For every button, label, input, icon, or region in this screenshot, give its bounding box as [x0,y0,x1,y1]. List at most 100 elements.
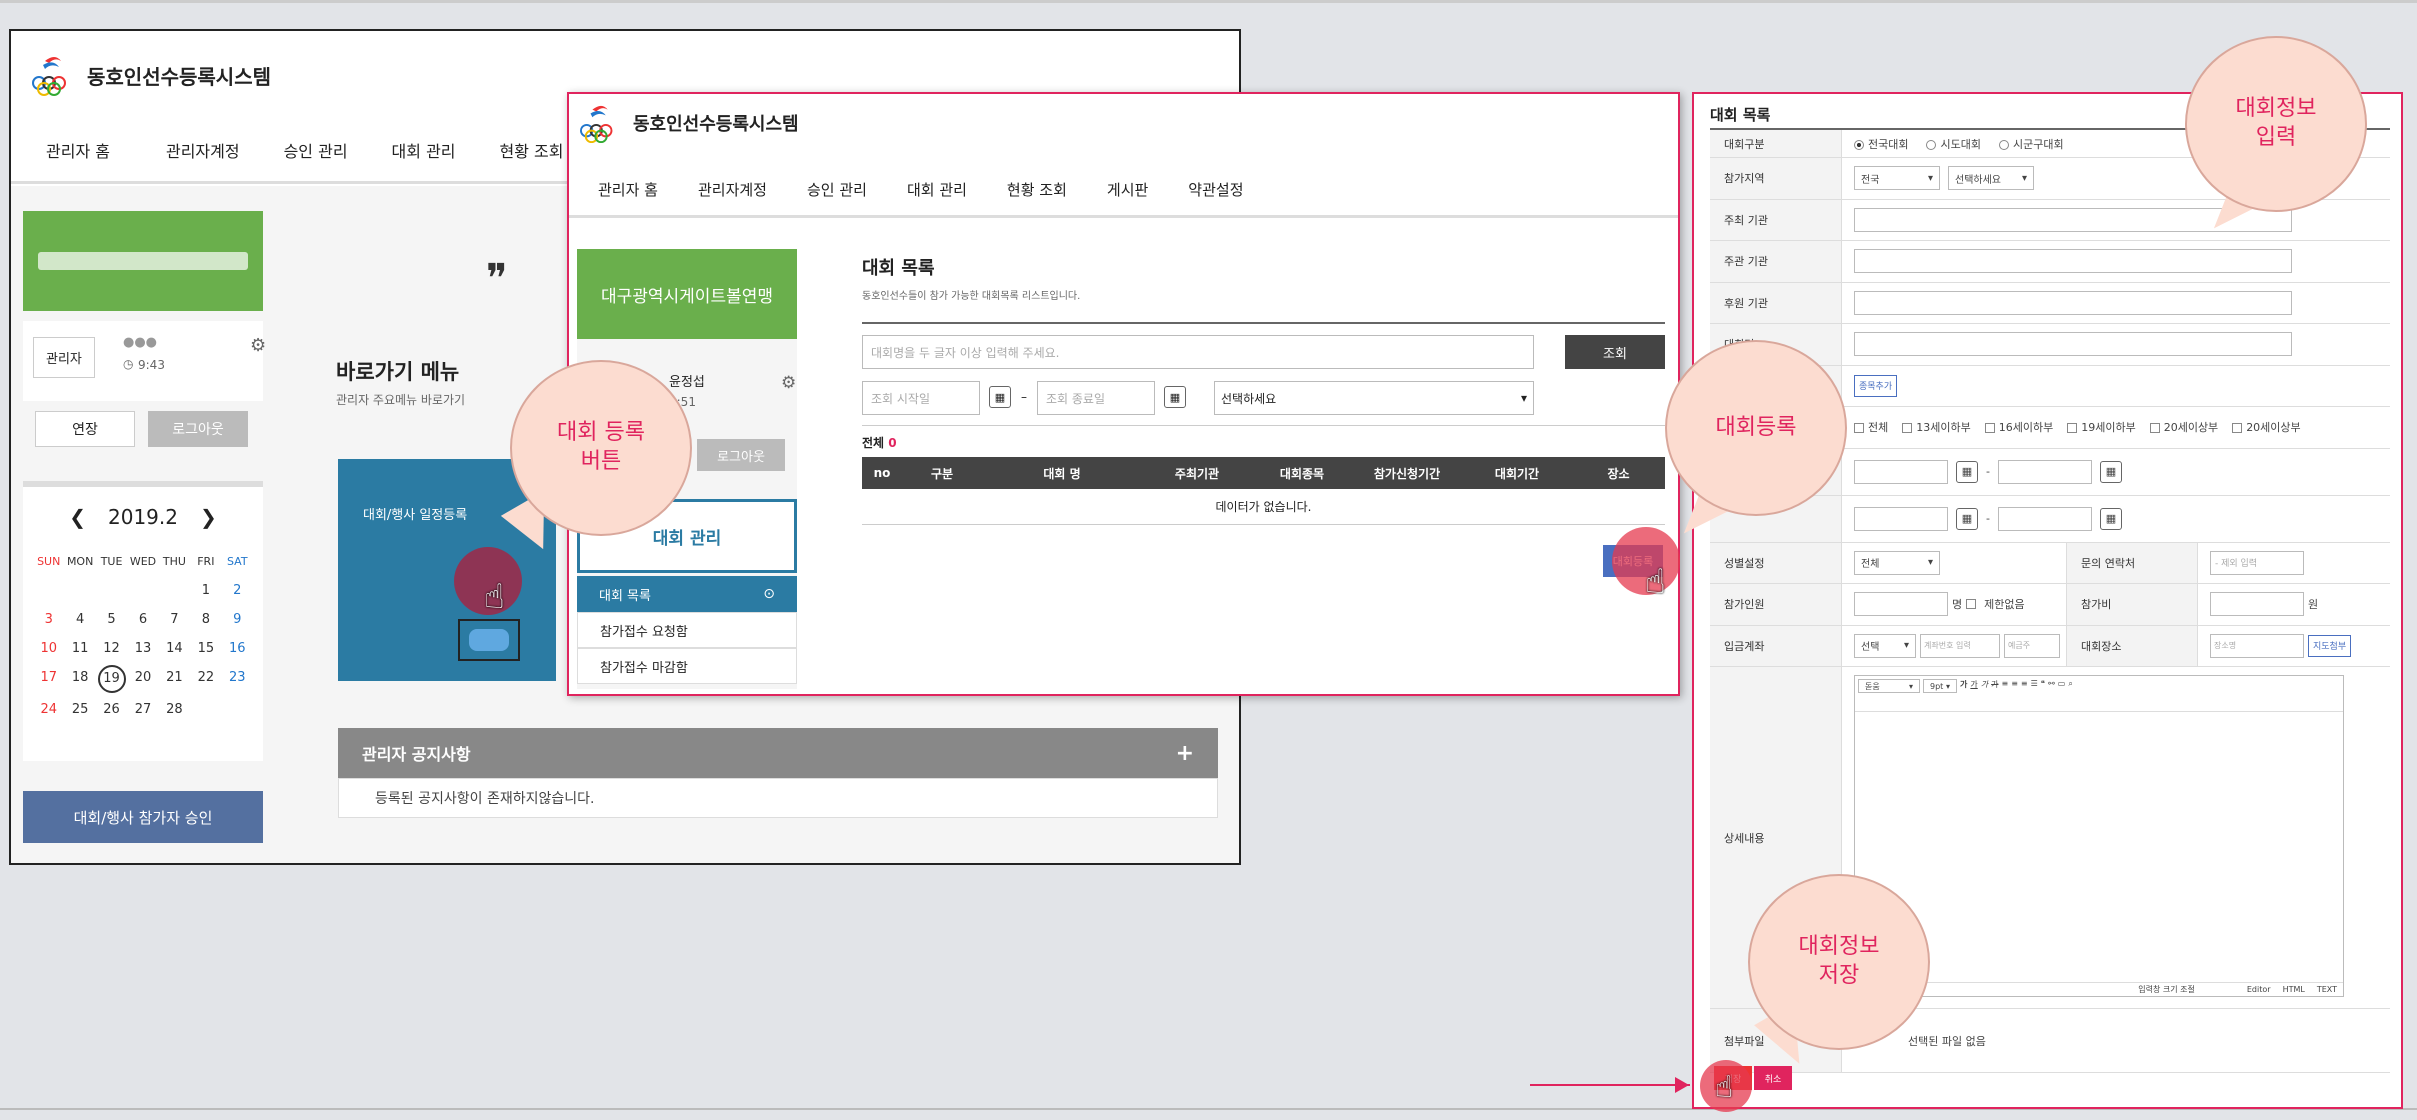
nav-admin-account[interactable]: 관리자계정 [698,179,767,200]
size-select[interactable]: 9pt ▾ [1923,679,1957,693]
nav-approval[interactable]: 승인 관리 [284,138,348,162]
nav-competition[interactable]: 대회 관리 [907,179,967,200]
nav-status[interactable]: 현황 조회 [1007,179,1067,200]
editor-tab-editor[interactable]: Editor [2247,985,2271,994]
calendar-day[interactable]: 5 [96,612,127,627]
radio-city[interactable]: 시군구대회 [1998,136,2064,152]
calendar-day[interactable]: 16 [222,641,253,656]
calendar-icon[interactable]: ▦ [989,386,1011,408]
account-input[interactable]: 계좌번호 입력 [1920,633,2000,658]
notice-expand-icon[interactable]: + [1176,741,1194,766]
side-item-closed-box[interactable]: 참가접수 마감함 [577,648,797,684]
search-input[interactable]: 대회명을 두 글자 이상 입력해 주세요. [862,335,1534,369]
apply-start-input[interactable] [1854,459,1948,484]
nav-approval[interactable]: 승인 관리 [807,179,867,200]
calendar-day[interactable]: 24 [33,702,64,717]
sponsor-input[interactable] [1854,290,2292,315]
age-checkbox[interactable]: 19세이하부 [2067,419,2136,435]
calendar-day[interactable]: 6 [127,612,158,627]
editor-tab-text[interactable]: TEXT [2317,985,2337,994]
side-item-competition-list[interactable]: 대회 목록 ⊙ [577,576,797,612]
next-month-icon[interactable]: ❯ [200,505,217,529]
apply-end-input[interactable] [1997,459,2092,484]
calendar-day[interactable]: 2 [222,583,253,598]
nav-admin-home[interactable]: 관리자 홈 [46,138,110,162]
nav-admin-home[interactable]: 관리자 홈 [598,179,658,200]
search-icon[interactable]: ⌕ [2068,679,2072,708]
bold-icon[interactable]: 가 [1960,679,1967,708]
calendar-icon[interactable]: ▦ [2099,507,2122,530]
logout-button[interactable]: 로그아웃 [697,439,785,471]
calendar-icon[interactable]: ▦ [1956,507,1978,530]
quote-icon[interactable]: ❝ [2041,679,2045,708]
logout-button[interactable]: 로그아웃 [148,411,248,447]
calendar-day[interactable]: 18 [64,670,95,688]
name-input[interactable] [1854,332,2292,357]
calendar-day[interactable]: 3 [33,612,64,627]
side-item-request-box[interactable]: 참가접수 요청함 [577,612,797,648]
underline-icon[interactable]: 가 [1970,679,1977,708]
calendar-day[interactable]: 9 [222,612,253,627]
fee-input[interactable] [2210,592,2304,617]
calendar-day[interactable]: 25 [64,702,95,717]
calendar-day[interactable]: 14 [159,641,190,656]
calendar-day[interactable]: 1 [190,583,221,598]
settings-gear-icon[interactable]: ⚙ [250,335,266,356]
font-select[interactable]: 돋움 ▾ [1858,679,1920,693]
calendar-day[interactable]: 23 [222,670,253,688]
calendar-day[interactable]: 26 [96,702,127,717]
region-select-1[interactable]: 전국 ▾ [1854,166,1940,191]
search-button[interactable]: 조회 [1565,335,1665,369]
age-checkbox[interactable]: 20세이상부 [2149,419,2218,435]
calendar-day[interactable]: 20 [127,670,158,688]
radio-national[interactable]: 전국대회 [1854,136,1908,152]
list-icon[interactable]: ☰ [2031,679,2038,708]
nav-terms[interactable]: 약관설정 [1188,179,1243,200]
calendar-day[interactable]: 28 [159,702,190,717]
date-end-input[interactable]: 조회 종료일 [1037,381,1155,415]
calendar-day[interactable]: 8 [190,612,221,627]
calendar-day[interactable]: 4 [64,612,95,627]
bank-select[interactable]: 선택 ▾ [1854,633,1916,658]
align-center-icon[interactable]: ≡ [2011,679,2018,708]
unlimited-checkbox[interactable] [1966,599,1977,610]
age-checkbox[interactable]: 16세이하부 [1984,419,2053,435]
calendar-day[interactable]: 7 [159,612,190,627]
age-checkbox[interactable]: 전체 [1854,419,1888,435]
region-select-2[interactable]: 선택하세요 ▾ [1948,166,2034,191]
gender-select[interactable]: 전체 ▾ [1854,550,1940,575]
site-logo[interactable]: 동호인선수등록시스템 [31,53,271,97]
calendar-icon[interactable]: ▦ [1164,386,1186,408]
date-start-input[interactable]: 조회 시작일 [862,381,980,415]
nav-status[interactable]: 현황 조회 [500,138,564,162]
calendar-day[interactable]: 13 [127,641,158,656]
extend-button[interactable]: 연장 [35,411,135,447]
calendar-day[interactable]: 12 [96,641,127,656]
category-select[interactable]: 선택하세요 ▾ [1214,381,1534,415]
editor-resize-handle[interactable]: 입력창 크기 조절 [2138,984,2195,995]
calendar-day[interactable]: 21 [159,670,190,688]
editor-tab-html[interactable]: HTML [2283,985,2305,994]
age-checkbox[interactable]: 20세이상부 [2232,419,2301,435]
calendar-day[interactable]: 10 [33,641,64,656]
italic-icon[interactable]: 가 [1981,679,1988,708]
people-input[interactable] [1854,592,1948,617]
link-icon[interactable]: ⚯ [2048,679,2055,708]
calendar-day[interactable]: 27 [127,702,158,717]
nav-board[interactable]: 게시판 [1107,179,1148,200]
venue-input[interactable]: 장소명 [2210,633,2304,658]
calendar-day[interactable]: 11 [64,641,95,656]
add-event-button[interactable]: 종목추가 [1854,374,1898,397]
participant-approve-button[interactable]: 대회/행사 참가자 승인 [23,791,263,843]
calendar-day[interactable]: 15 [190,641,221,656]
image-icon[interactable]: ▭ [2058,679,2066,708]
calendar-icon[interactable]: ▦ [2099,460,2122,483]
calendar-icon[interactable]: ▦ [1956,460,1978,483]
strike-icon[interactable]: 가 [1991,679,1998,708]
site-logo[interactable]: 동호인선수등록시스템 [579,102,799,144]
contact-input[interactable]: - 제외 입력 [2210,550,2304,575]
comp-end-input[interactable] [1997,506,2092,531]
prev-month-icon[interactable]: ❮ [69,505,86,529]
holder-input[interactable]: 예금주 [2004,633,2060,658]
align-right-icon[interactable]: ≡ [2021,679,2028,708]
